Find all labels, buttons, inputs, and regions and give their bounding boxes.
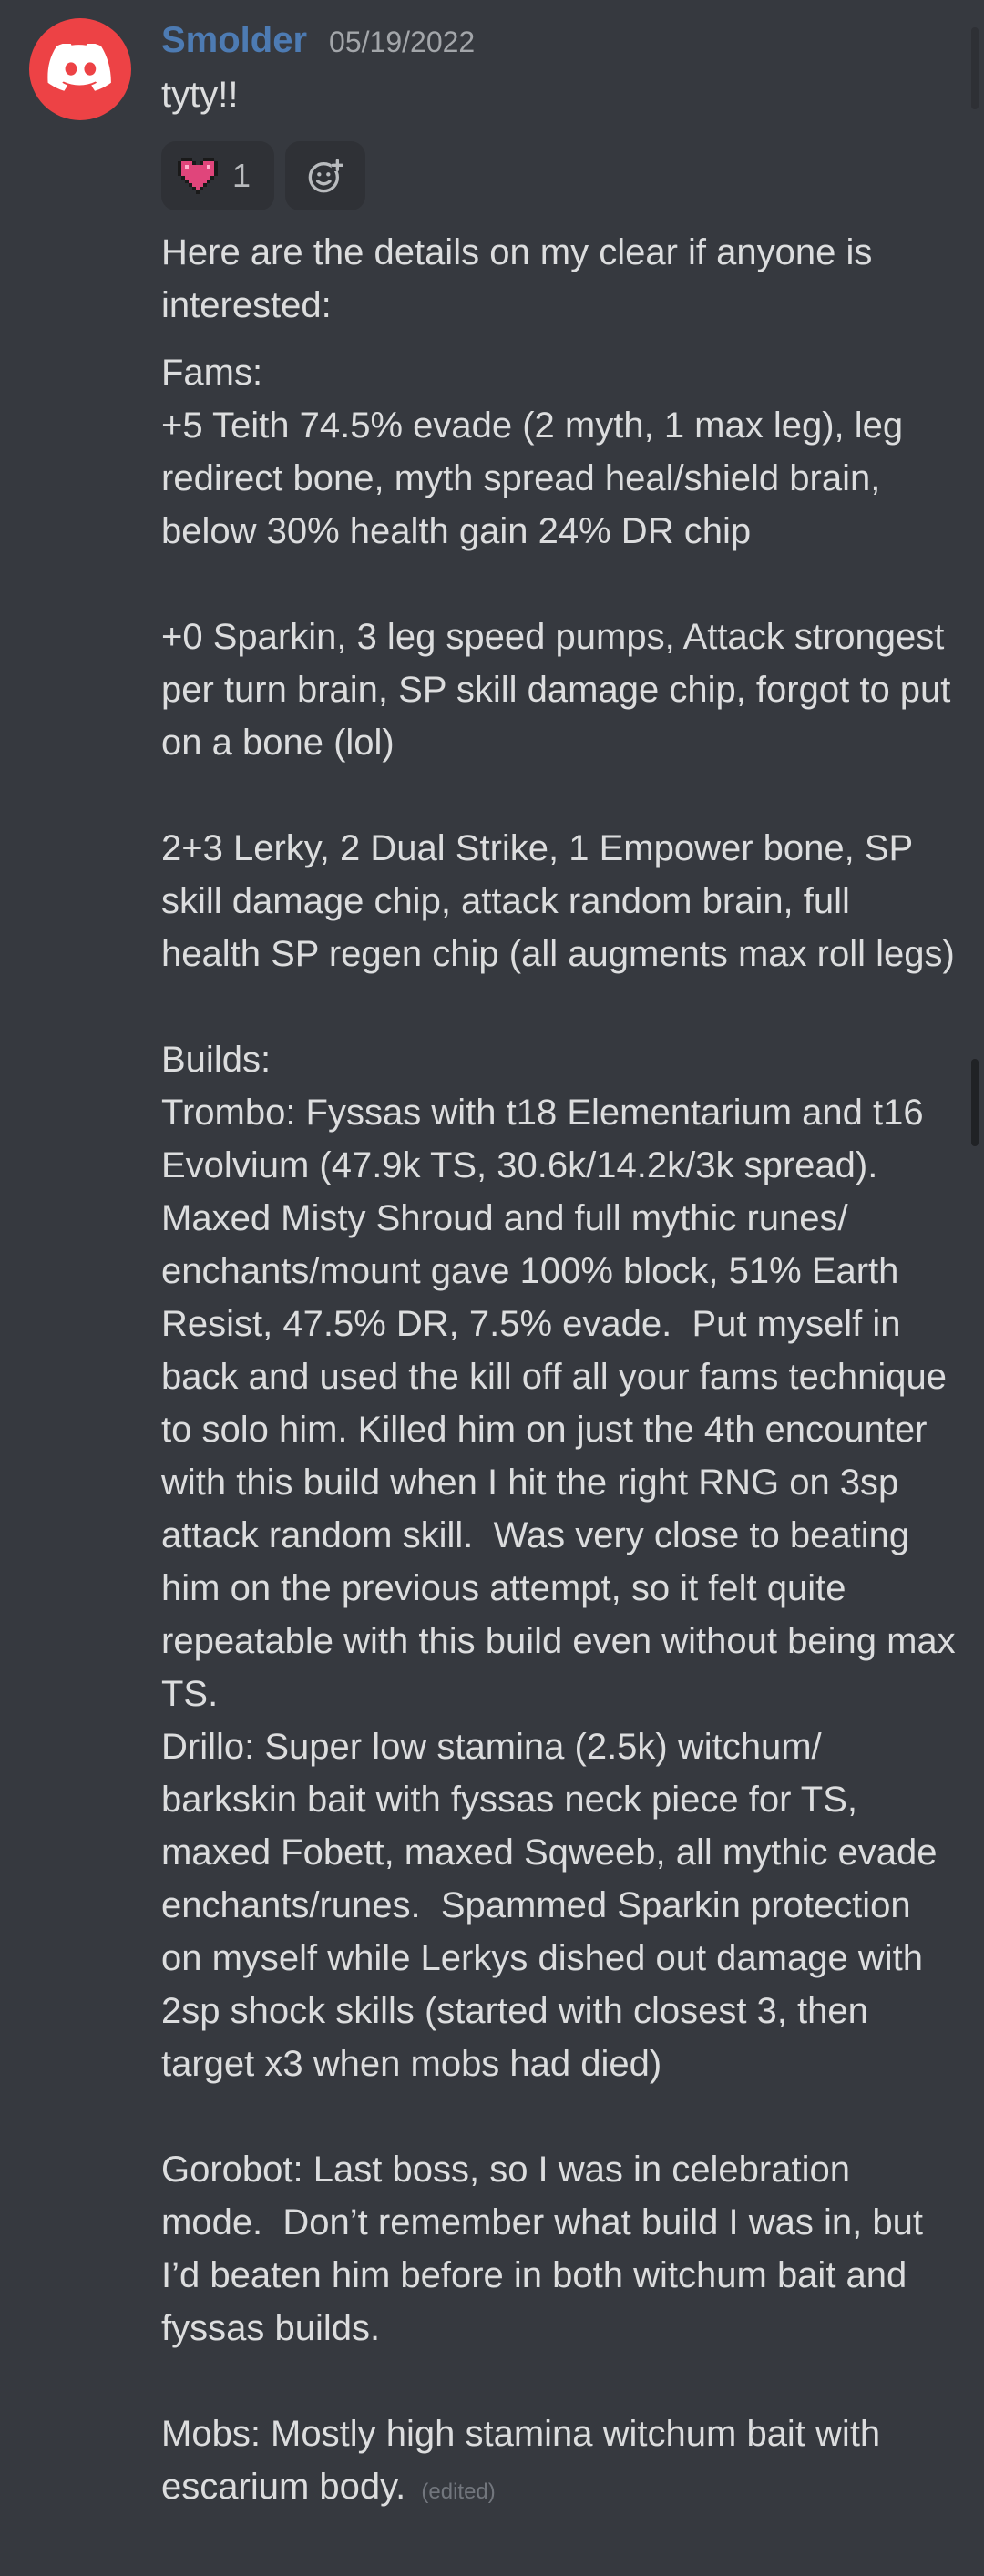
mobs-text: Mobs: Mostly high stamina witchum bait w… [161, 2414, 891, 2507]
intro-text: Here are the details on my clear if anyo… [161, 232, 883, 325]
chat-message: Smolder 05/19/2022 tyty!! 1 Here are the… [0, 0, 984, 2576]
pixel-heart-icon [178, 158, 218, 194]
scrollbar-thumb[interactable] [971, 1059, 979, 1146]
message-text-short: tyty!! [161, 75, 239, 115]
scrollbar-track [971, 27, 979, 109]
builds-label: Builds: [161, 1040, 272, 1080]
message-body: Here are the details on my clear if anyo… [161, 226, 956, 2519]
build-gorobot: Gorobot: Last boss, so I was in celebrat… [161, 2150, 934, 2348]
fam-lerky: 2+3 Lerky, 2 Dual Strike, 1 Empower bone… [161, 828, 955, 974]
reaction-heart[interactable]: 1 [161, 141, 274, 210]
avatar[interactable] [29, 18, 131, 120]
fam-sparkin: +0 Sparkin, 3 leg speed pumps, Attack st… [161, 617, 961, 763]
build-mobs: Mobs: Mostly high stamina witchum bait w… [161, 2407, 956, 2519]
build-trombo: Trombo: Fyssas with t18 Elementarium and… [161, 1093, 966, 1714]
fams-label: Fams: [161, 353, 263, 393]
add-reaction-icon [308, 159, 343, 193]
add-reaction-button[interactable] [285, 141, 365, 210]
reaction-count: 1 [232, 157, 251, 194]
edited-marker: (edited) [421, 2479, 496, 2504]
reactions-bar: 1 [161, 141, 365, 210]
username[interactable]: Smolder [161, 20, 307, 61]
fam-teith: +5 Teith 74.5% evade (2 myth, 1 max leg)… [161, 405, 914, 551]
message-header: Smolder 05/19/2022 [161, 20, 475, 61]
discord-logo-icon [47, 44, 111, 91]
timestamp: 05/19/2022 [329, 26, 476, 58]
build-drillo: Drillo: Super low stamina (2.5k) witchum… [161, 1727, 948, 2084]
